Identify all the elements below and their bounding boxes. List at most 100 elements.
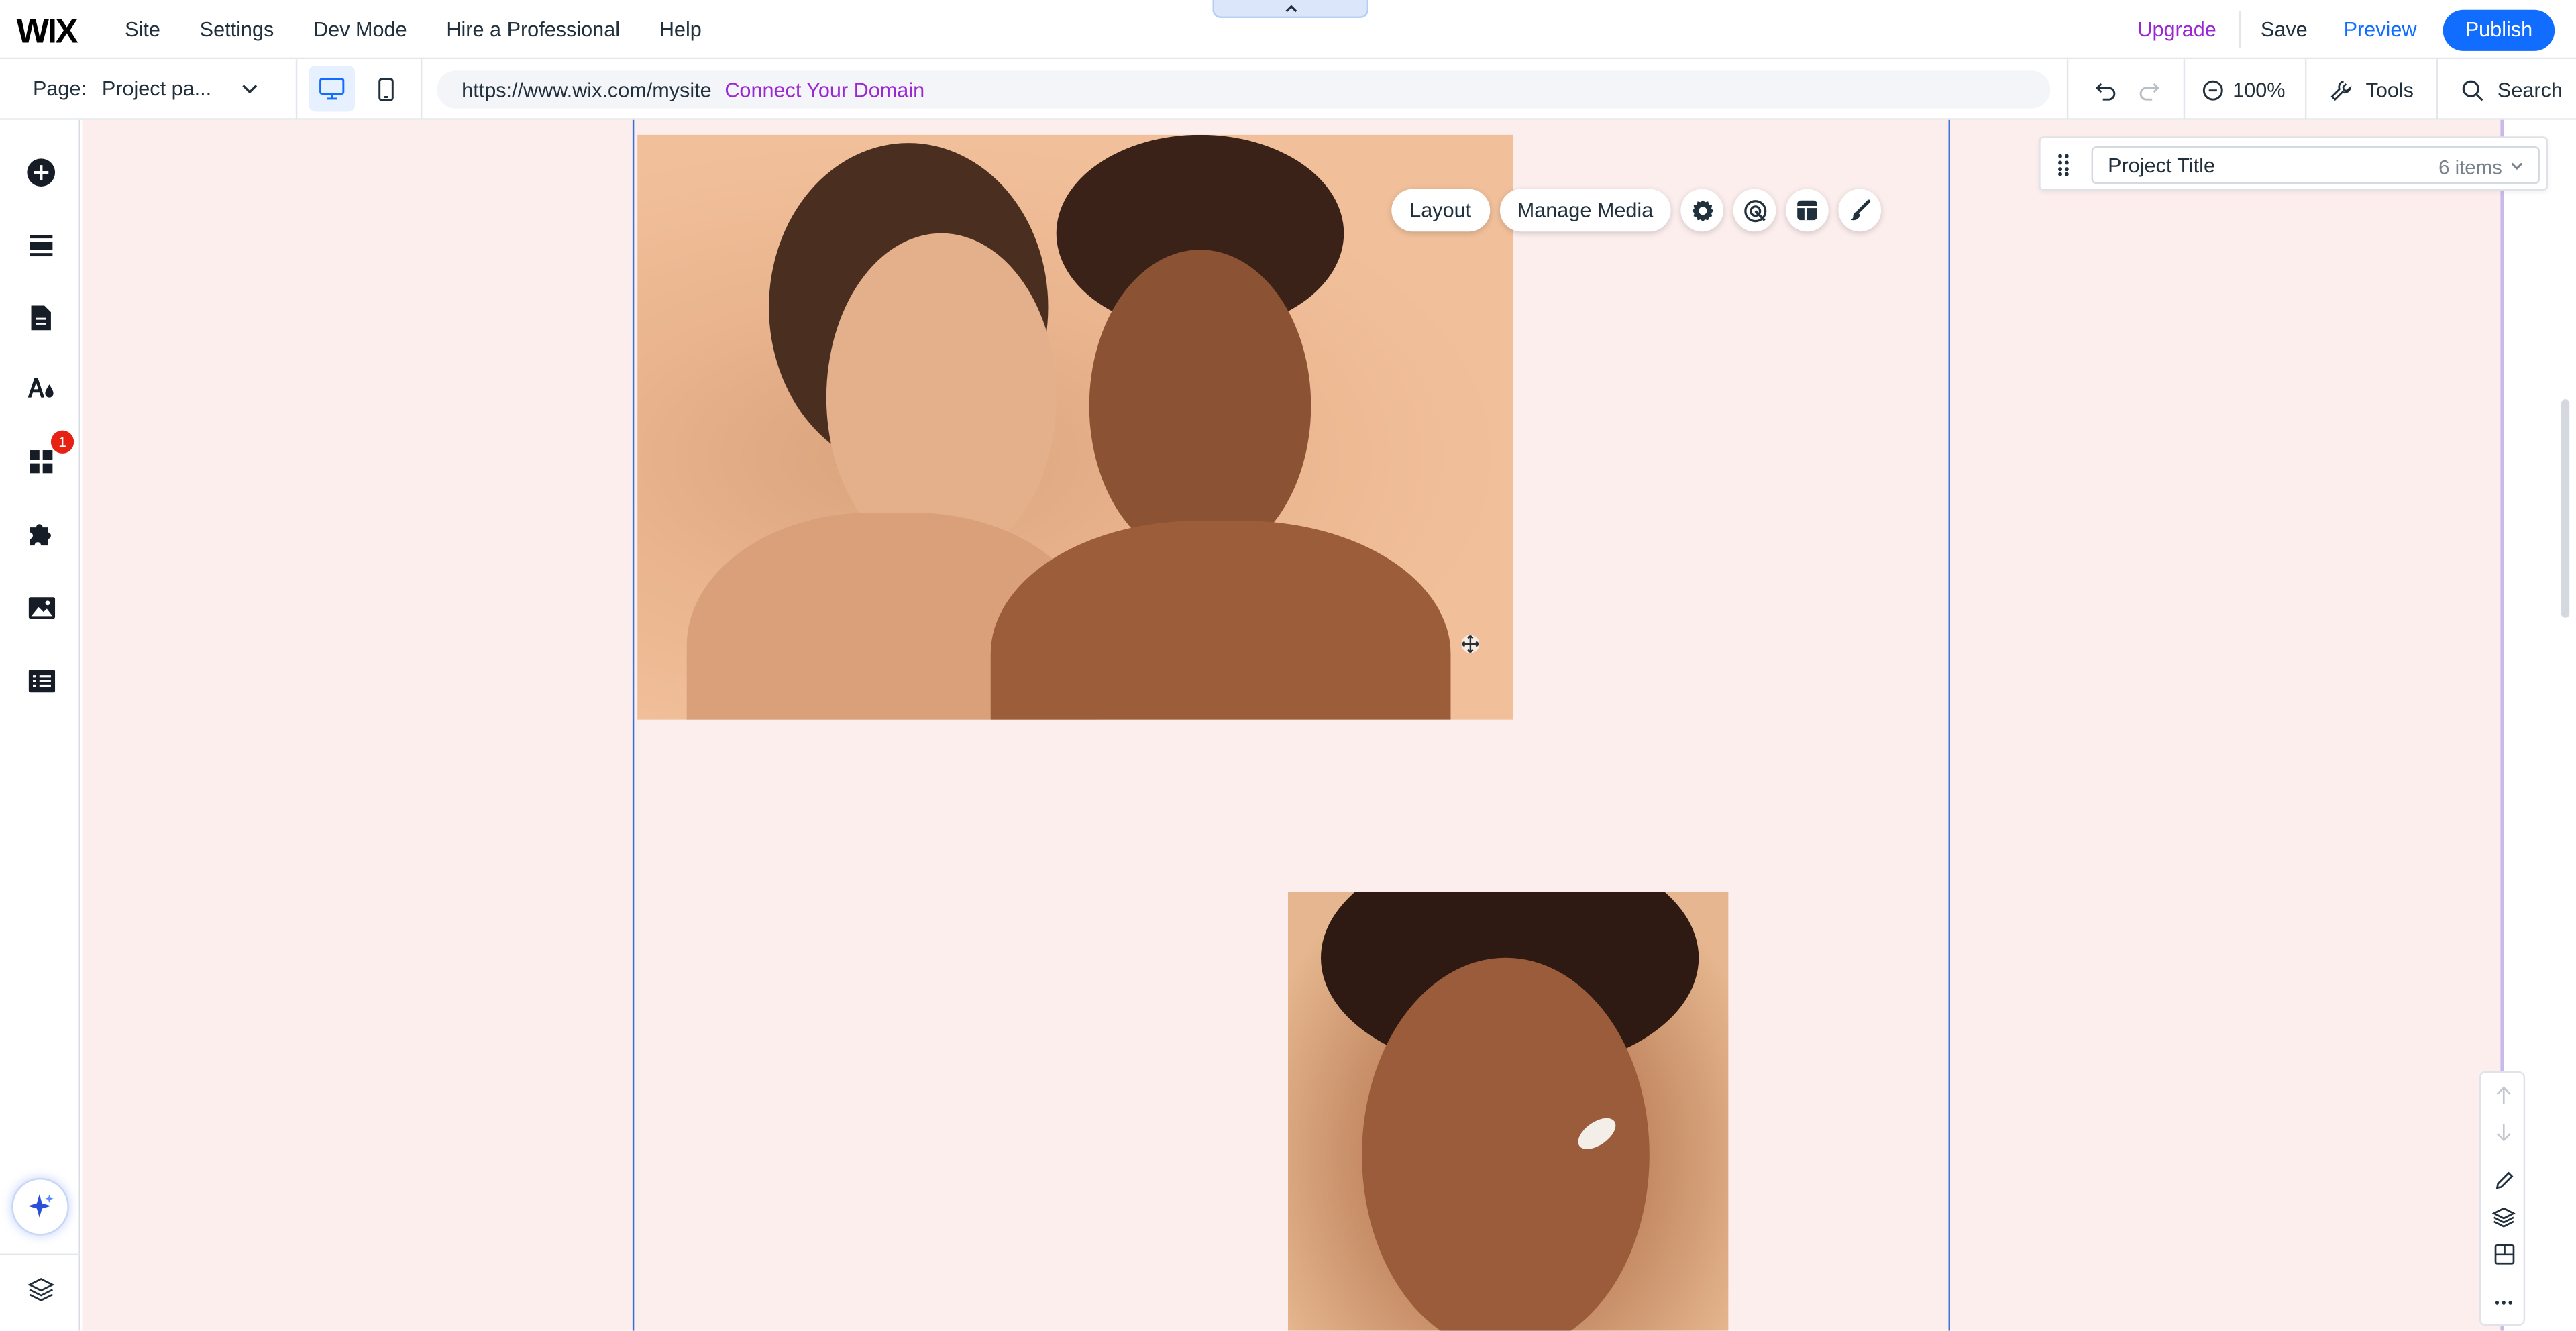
mobile-view-button[interactable]	[365, 66, 408, 112]
pencil-icon	[2495, 1171, 2513, 1189]
image-detail	[1089, 250, 1311, 562]
project-title-label: Project Title	[2108, 153, 2216, 177]
zoom-level: 100%	[2233, 78, 2286, 101]
puzzle-icon	[28, 523, 50, 545]
site-design-button[interactable]	[23, 370, 59, 406]
upgrade-button[interactable]: Upgrade	[2114, 18, 2239, 41]
menu-hire-professional[interactable]: Hire a Professional	[446, 18, 620, 41]
page-icon	[31, 305, 51, 330]
animation-button[interactable]	[1733, 189, 1776, 232]
canvas-scrollbar[interactable]	[2561, 399, 2570, 618]
url-bar: https://www.wix.com/mysite Connect Your …	[437, 70, 2051, 109]
save-button[interactable]: Save	[2241, 18, 2328, 41]
pages-button[interactable]	[23, 299, 59, 335]
zoom-control[interactable]: 100%	[2185, 78, 2305, 101]
layers-icon	[2492, 1207, 2516, 1228]
apps-notification-badge: 1	[50, 430, 74, 454]
mobile-icon	[378, 76, 394, 101]
wix-editor: WIX Site Settings Dev Mode Hire a Profes…	[0, 0, 2576, 1331]
sections-icon	[30, 235, 53, 257]
arrow-down-icon	[2496, 1124, 2512, 1142]
top-menu: Site Settings Dev Mode Hire a Profession…	[125, 0, 702, 59]
desktop-view-button[interactable]	[309, 65, 355, 112]
search-button[interactable]: Search	[2438, 78, 2563, 101]
history-controls	[2068, 78, 2183, 101]
layers-quick-button[interactable]	[2492, 1206, 2516, 1229]
project-title-dropdown[interactable]: Project Title 6 items	[2091, 146, 2540, 184]
divider	[295, 59, 298, 120]
chevron-down-icon	[2511, 162, 2523, 170]
divider	[0, 1253, 81, 1256]
menu-dev-mode[interactable]: Dev Mode	[313, 18, 407, 41]
gallery-image-woman-cream[interactable]	[1288, 892, 1729, 1331]
search-label: Search	[2497, 78, 2563, 101]
zoom-out-icon[interactable]	[2202, 78, 2224, 101]
layers-icon	[28, 1278, 54, 1301]
business-tools-button[interactable]	[23, 516, 59, 552]
plus-circle-icon	[27, 158, 56, 187]
page-bar: Page: Project pa... https://www.wix.com/…	[0, 59, 2576, 120]
drag-handle-icon[interactable]	[2057, 153, 2070, 176]
publish-button[interactable]: Publish	[2443, 9, 2555, 50]
menu-settings[interactable]: Settings	[200, 18, 274, 41]
image-detail	[990, 521, 1451, 720]
more-actions-button[interactable]	[2492, 1291, 2515, 1314]
design-layout-button[interactable]	[1786, 189, 1829, 232]
collapse-topbar-handle[interactable]	[1212, 0, 1369, 18]
edit-button[interactable]	[2492, 1168, 2515, 1191]
more-dots-icon	[2495, 1301, 2512, 1305]
ai-assistant-button[interactable]	[11, 1177, 69, 1236]
sections-button[interactable]	[23, 227, 59, 263]
apps-grid-icon	[30, 450, 53, 474]
cms-button[interactable]	[23, 662, 59, 698]
wrench-icon	[2330, 79, 2352, 100]
menu-site[interactable]: Site	[125, 18, 160, 41]
desktop-icon	[319, 78, 345, 100]
chevron-up-icon	[1285, 4, 1297, 12]
menu-help[interactable]: Help	[659, 18, 702, 41]
section-guide-left	[632, 119, 635, 1331]
page-selector[interactable]: Project pa...	[102, 77, 211, 100]
image-icon	[28, 597, 54, 619]
editor-tools: 100% Tools Search	[2066, 59, 2563, 120]
design-button[interactable]	[1839, 189, 1882, 232]
move-down-button[interactable]	[2492, 1120, 2515, 1143]
top-actions: Upgrade Save Preview Publish	[2114, 0, 2555, 59]
divider	[420, 59, 423, 120]
table-icon	[28, 668, 54, 692]
wix-logo[interactable]: WIX	[16, 13, 78, 53]
tools-button[interactable]: Tools	[2306, 78, 2436, 101]
connect-domain-link[interactable]: Connect Your Domain	[724, 78, 924, 101]
image-detail	[1362, 957, 1650, 1331]
add-elements-button[interactable]	[23, 154, 59, 191]
move-handle-icon[interactable]	[1460, 634, 1480, 653]
redo-icon[interactable]	[2137, 78, 2160, 101]
section-guide-right	[1948, 119, 1950, 1331]
section-layout-button[interactable]	[2492, 1242, 2515, 1265]
layout-button[interactable]: Layout	[1391, 189, 1490, 232]
layers-button[interactable]	[23, 1272, 59, 1308]
manage-media-button[interactable]: Manage Media	[1499, 189, 1672, 232]
layout-grid-icon	[1797, 200, 1818, 221]
tools-label: Tools	[2365, 78, 2414, 101]
sparkle-icon	[27, 1193, 53, 1217]
dataset-panel: Project Title 6 items	[2039, 136, 2548, 191]
item-count: 6 items	[2438, 156, 2502, 179]
element-toolbar: Layout Manage Media	[1391, 189, 1882, 232]
design-icon	[28, 378, 54, 398]
media-button[interactable]	[23, 590, 59, 626]
top-bar: WIX Site Settings Dev Mode Hire a Profes…	[0, 0, 2576, 60]
gallery-image-two-women[interactable]	[637, 134, 1513, 720]
quick-actions-bar	[2479, 1071, 2526, 1326]
layout-icon	[2493, 1243, 2514, 1264]
gear-icon	[1691, 199, 1713, 221]
settings-button[interactable]	[1680, 189, 1724, 232]
move-up-button[interactable]	[2492, 1084, 2515, 1107]
left-sidebar: 1	[0, 119, 81, 1331]
animation-icon	[1743, 199, 1766, 222]
preview-button[interactable]: Preview	[2327, 18, 2443, 41]
paintbrush-icon	[1851, 199, 1871, 221]
chevron-down-icon[interactable]	[240, 77, 260, 100]
search-icon	[2463, 79, 2483, 101]
undo-icon[interactable]	[2094, 78, 2117, 101]
